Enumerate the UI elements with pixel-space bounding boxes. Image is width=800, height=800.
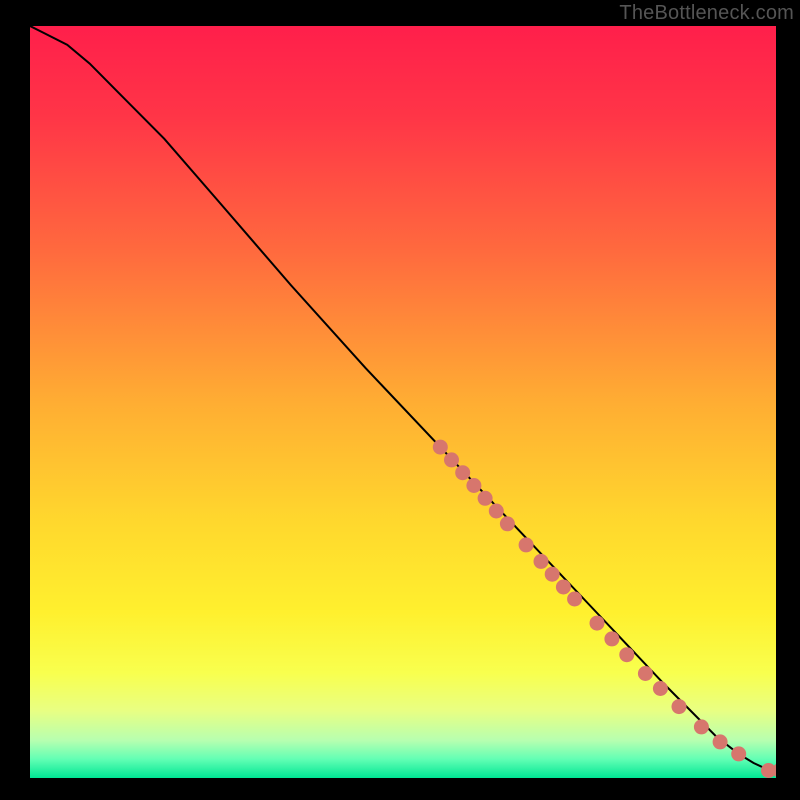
data-point (534, 554, 549, 569)
plot-svg (30, 26, 776, 778)
data-point (433, 440, 448, 455)
data-point (694, 719, 709, 734)
data-point (713, 734, 728, 749)
data-point (638, 666, 653, 681)
data-point (489, 504, 504, 519)
watermark-label: TheBottleneck.com (619, 2, 794, 25)
data-point (500, 516, 515, 531)
data-point (466, 478, 481, 493)
data-point (731, 746, 746, 761)
data-point (619, 647, 634, 662)
data-point (590, 616, 605, 631)
data-point (604, 631, 619, 646)
data-point (519, 537, 534, 552)
data-point (478, 491, 493, 506)
data-point (672, 699, 687, 714)
data-point (567, 592, 582, 607)
data-point (556, 580, 571, 595)
data-point (455, 465, 470, 480)
data-point (444, 452, 459, 467)
gradient-background (30, 26, 776, 778)
chart-frame: TheBottleneck.com (0, 0, 800, 800)
plot-area (30, 26, 776, 778)
data-point (653, 681, 668, 696)
data-point (545, 567, 560, 582)
